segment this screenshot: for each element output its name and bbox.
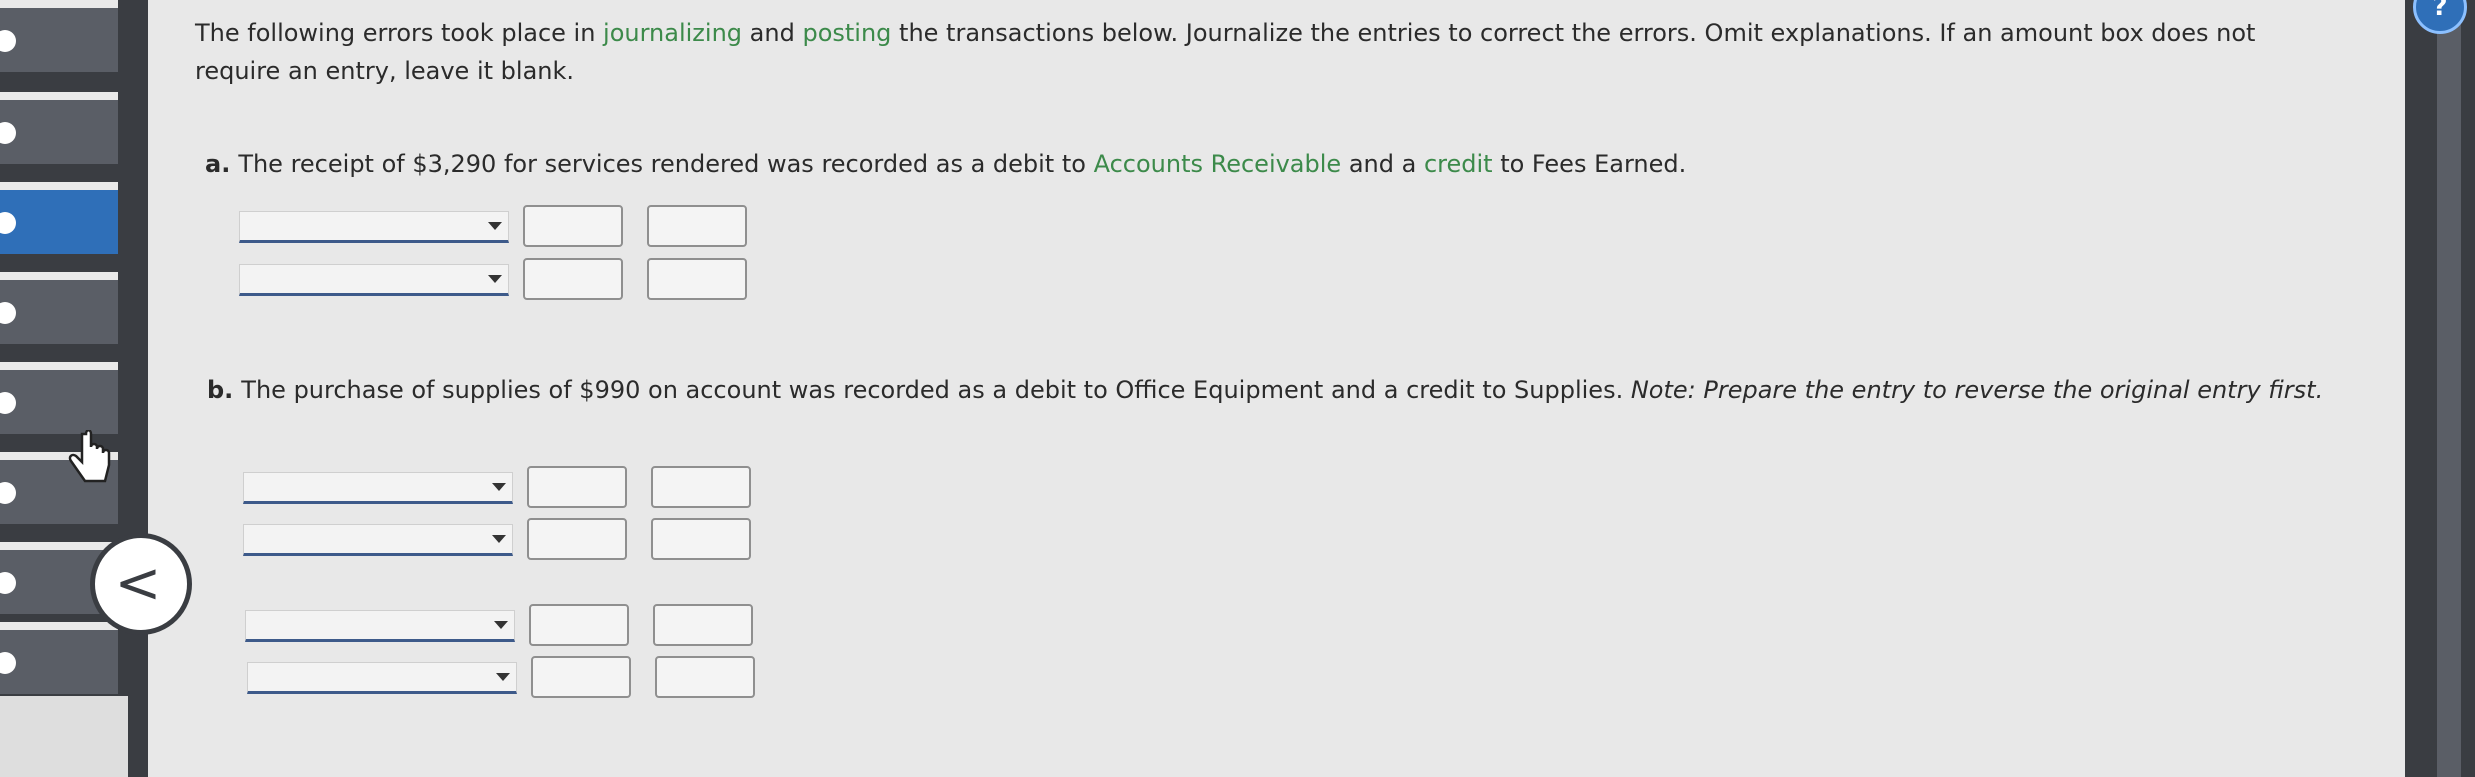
question-a-text: to Fees Earned.	[1492, 150, 1687, 178]
account-dropdown[interactable]	[247, 662, 517, 694]
right-scrollbar[interactable]	[2405, 0, 2475, 777]
credit-amount-input[interactable]	[647, 205, 747, 247]
debit-amount-input[interactable]	[523, 258, 623, 300]
hand-cursor-icon	[68, 430, 111, 483]
debit-amount-input[interactable]	[531, 656, 631, 698]
accounts-receivable-link[interactable]: Accounts Receivable	[1094, 150, 1342, 178]
back-button[interactable]: <	[90, 533, 192, 635]
credit-amount-input[interactable]	[647, 258, 747, 300]
credit-amount-input[interactable]	[651, 518, 751, 560]
question-a-letter: a.	[205, 150, 231, 178]
instructions-text: The following errors took place in	[195, 19, 604, 47]
credit-link[interactable]: credit	[1424, 150, 1493, 178]
sidebar-footer	[0, 696, 128, 777]
scrollbar-track[interactable]	[2437, 0, 2461, 777]
chevron-down-icon	[488, 222, 502, 230]
question-a-text: The receipt of $3,290 for services rende…	[238, 150, 1094, 178]
sidebar-tab-indicator	[0, 392, 16, 414]
question-b-note: Note: Prepare the entry to reverse the o…	[1630, 376, 2324, 404]
question-content: The following errors took place in journ…	[195, 0, 2365, 777]
sidebar-tab[interactable]	[0, 92, 118, 164]
posting-link[interactable]: posting	[802, 19, 891, 47]
question-b-letter: b.	[207, 376, 234, 404]
account-dropdown[interactable]	[239, 211, 509, 243]
debit-amount-input[interactable]	[527, 518, 627, 560]
chevron-down-icon	[496, 673, 510, 681]
sidebar-tab-indicator	[0, 122, 16, 144]
question-b-text: The purchase of supplies of $990 on acco…	[241, 376, 1631, 404]
account-dropdown[interactable]	[243, 524, 513, 556]
sidebar-tab-indicator	[0, 302, 16, 324]
credit-amount-input[interactable]	[651, 466, 751, 508]
sidebar-tab[interactable]	[0, 272, 118, 344]
debit-amount-input[interactable]	[527, 466, 627, 508]
debit-amount-input[interactable]	[529, 604, 629, 646]
credit-amount-input[interactable]	[655, 656, 755, 698]
question-b: b. The purchase of supplies of $990 on ac…	[207, 372, 2357, 408]
sidebar-tab-indicator	[0, 212, 16, 234]
question-a: a. The receipt of $3,290 for services ren…	[205, 146, 2355, 182]
chevron-down-icon	[492, 535, 506, 543]
journalizing-link[interactable]: journalizing	[603, 19, 742, 47]
account-dropdown[interactable]	[245, 610, 515, 642]
account-dropdown[interactable]	[239, 264, 509, 296]
sidebar-tab[interactable]	[0, 362, 118, 434]
chevron-down-icon	[494, 621, 508, 629]
sidebar-tab[interactable]	[0, 0, 118, 72]
sidebar-tab-indicator	[0, 572, 16, 594]
account-dropdown[interactable]	[243, 472, 513, 504]
sidebar-tab-indicator	[0, 652, 16, 674]
debit-amount-input[interactable]	[523, 205, 623, 247]
sidebar-tab-active[interactable]	[0, 182, 118, 254]
chevron-down-icon	[492, 483, 506, 491]
credit-amount-input[interactable]	[653, 604, 753, 646]
sidebar-tab-indicator	[0, 482, 16, 504]
page: < ? The following errors took place in j…	[0, 0, 2475, 777]
chevron-left-icon: <	[114, 551, 162, 616]
question-a-text: and a	[1341, 150, 1424, 178]
sidebar-tab[interactable]	[0, 622, 118, 694]
instructions-text: and	[742, 19, 803, 47]
chevron-down-icon	[488, 275, 502, 283]
instructions: The following errors took place in journ…	[195, 14, 2345, 90]
left-sidebar	[0, 0, 148, 777]
sidebar-tab-indicator	[0, 30, 16, 52]
